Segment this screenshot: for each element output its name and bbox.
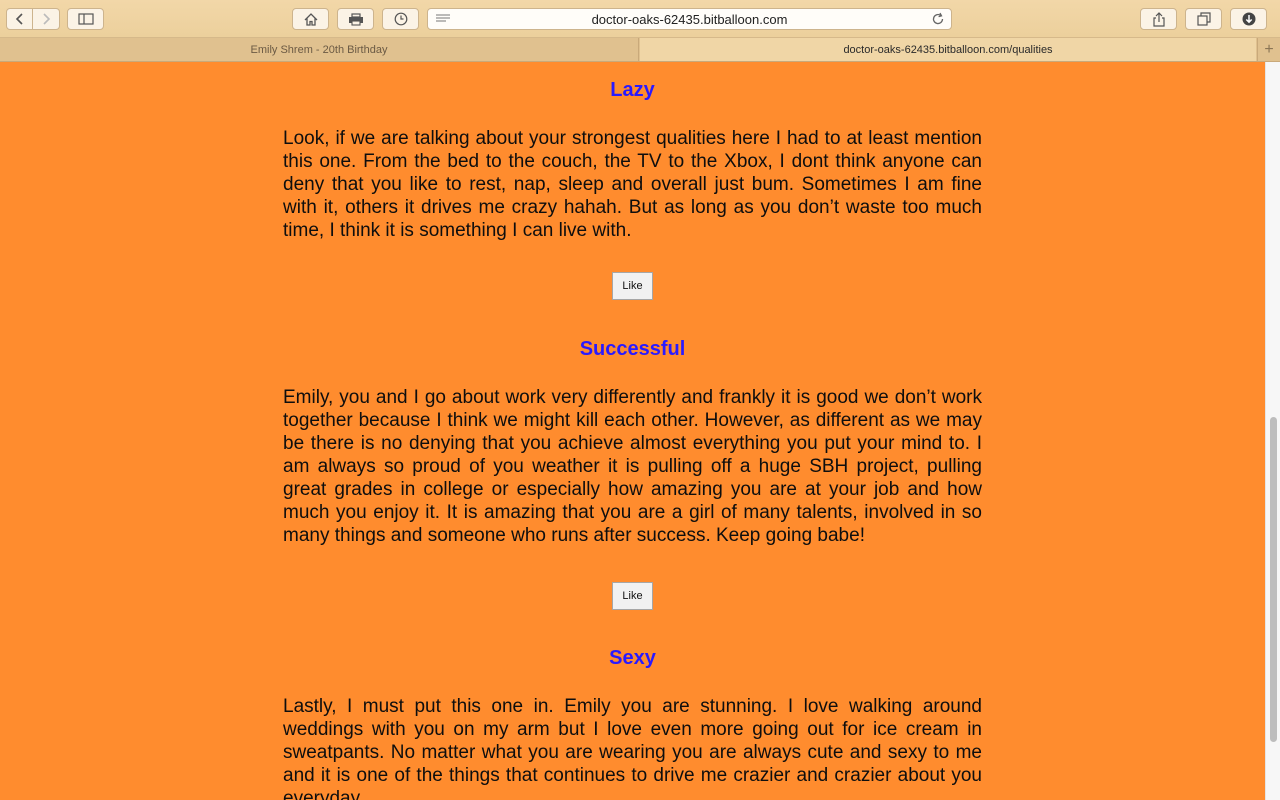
address-bar[interactable]: doctor-oaks-62435.bitballoon.com (427, 8, 952, 30)
tab-bar: Emily Shrem - 20th Birthday doctor-oaks-… (0, 38, 1280, 62)
tabs-icon (1196, 12, 1211, 26)
tab-label: doctor-oaks-62435.bitballoon.com/qualiti… (843, 43, 1053, 56)
quality-title: Lazy (610, 79, 655, 101)
printer-icon (348, 12, 363, 26)
quality-section-lazy: Lazy Look, if we are talking about your … (283, 78, 982, 242)
quality-section-sexy: Sexy Lastly, I must put this one in. Emi… (283, 646, 982, 800)
nav-buttons (6, 8, 60, 30)
print-button[interactable] (337, 8, 374, 30)
url-text: doctor-oaks-62435.bitballoon.com (591, 12, 788, 27)
scrollbar-thumb[interactable] (1270, 417, 1277, 742)
chevron-left-icon (15, 13, 23, 25)
share-button[interactable] (1140, 8, 1177, 30)
forward-button[interactable] (33, 8, 60, 30)
home-button[interactable] (292, 8, 329, 30)
share-icon (1152, 11, 1165, 27)
chevron-right-icon (43, 13, 51, 25)
vertical-scrollbar[interactable] (1265, 62, 1280, 800)
new-tab-button[interactable]: + (1257, 38, 1280, 61)
home-icon (304, 12, 317, 26)
tab-emily-birthday[interactable]: Emily Shrem - 20th Birthday (0, 38, 639, 61)
browser-toolbar: doctor-oaks-62435.bitballoon.com (0, 0, 1280, 38)
quality-description: Emily, you and I go about work very diff… (283, 387, 982, 546)
downloads-button[interactable] (1230, 8, 1267, 30)
quality-section-successful: Successful Emily, you and I go about wor… (283, 337, 982, 547)
reload-icon[interactable] (931, 12, 945, 26)
tabs-overview-button[interactable] (1185, 8, 1222, 30)
sidebar-icon (77, 13, 94, 25)
sidebar-button[interactable] (67, 8, 104, 30)
like-button-lazy[interactable]: Like (612, 272, 653, 300)
quality-title: Successful (579, 338, 686, 360)
tab-label: Emily Shrem - 20th Birthday (250, 43, 388, 56)
like-button-successful[interactable]: Like (612, 582, 653, 610)
page-content: Lazy Look, if we are talking about your … (0, 62, 1265, 800)
quality-description: Lastly, I must put this one in. Emily yo… (283, 696, 982, 800)
quality-description: Look, if we are talking about your stron… (283, 128, 982, 241)
quality-title: Sexy (609, 647, 656, 669)
history-button[interactable] (382, 8, 419, 30)
download-icon (1242, 12, 1255, 26)
back-button[interactable] (6, 8, 33, 30)
tab-qualities[interactable]: doctor-oaks-62435.bitballoon.com/qualiti… (640, 38, 1256, 61)
clock-icon (394, 12, 407, 26)
